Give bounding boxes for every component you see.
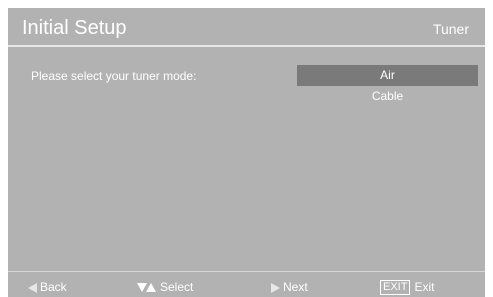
select-hint[interactable]: Select (137, 278, 193, 297)
option-air[interactable]: Air (297, 65, 478, 86)
header: Initial Setup Tuner (8, 8, 485, 44)
footer-divider (8, 271, 485, 272)
page-title: Initial Setup (22, 17, 127, 39)
next-hint[interactable]: Next (271, 278, 308, 297)
back-hint[interactable]: Back (28, 278, 67, 297)
right-triangle-icon (271, 282, 280, 293)
select-label: Select (160, 280, 194, 294)
back-label: Back (40, 280, 67, 294)
section-label: Tuner (432, 21, 469, 37)
option-cable[interactable]: Cable (297, 86, 478, 107)
left-triangle-icon (28, 282, 37, 293)
exit-label: Exit (414, 280, 435, 294)
setup-screen: Initial Setup Tuner Please select your t… (8, 8, 485, 297)
next-label: Next (283, 280, 308, 294)
footer-hints: Back Select Next EXIT Exit (8, 278, 485, 297)
up-down-arrows-icon (137, 283, 156, 292)
exit-key-icon: EXIT (380, 280, 411, 295)
header-divider (8, 45, 485, 47)
exit-hint[interactable]: EXIT Exit (380, 278, 434, 297)
tuner-mode-prompt: Please select your tuner mode: (31, 69, 197, 83)
tuner-mode-options: Air Cable (297, 65, 478, 107)
